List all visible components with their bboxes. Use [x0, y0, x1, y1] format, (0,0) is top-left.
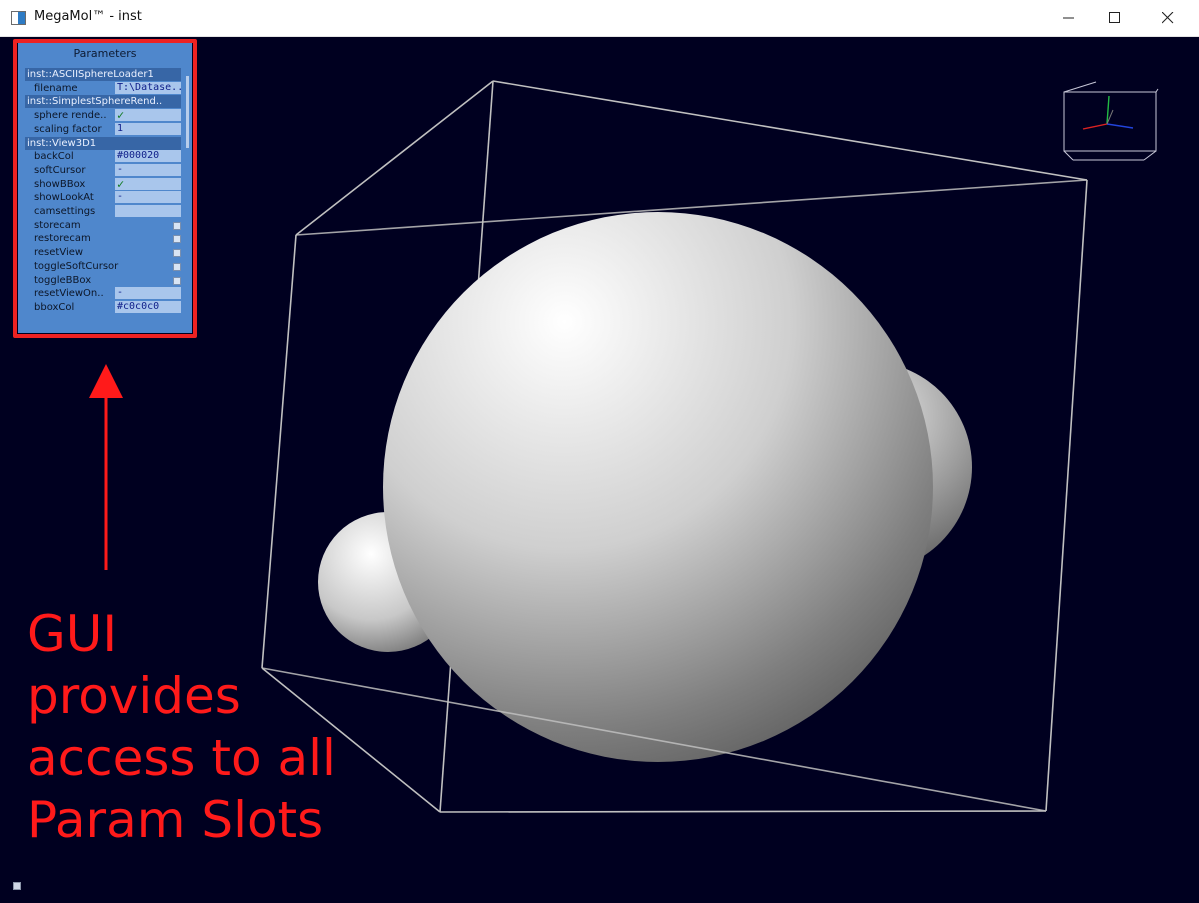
annotation-highlight-box: [13, 39, 197, 338]
app-window: MegaMol™ - inst Parameters inst::ASCIISp…: [0, 0, 1199, 903]
minimize-button[interactable]: [1046, 0, 1092, 36]
maximize-icon: [1109, 12, 1120, 23]
annotation-line: GUI: [27, 605, 118, 663]
axis-gizmo-icon: [1063, 81, 1159, 161]
app-icon[interactable]: [11, 11, 26, 25]
help-icon[interactable]: [13, 882, 21, 890]
annotation-text: GUI provides access to all Param Slots: [27, 603, 387, 851]
title-bar[interactable]: MegaMol™ - inst: [0, 0, 1199, 37]
annotation-line: provides: [27, 667, 241, 725]
annotation-line: access to all: [27, 729, 336, 787]
maximize-button[interactable]: [1092, 0, 1138, 36]
window-title: MegaMol™ - inst: [34, 9, 142, 24]
annotation-arrow: [89, 364, 123, 570]
close-button[interactable]: [1145, 0, 1191, 36]
large-sphere: [383, 212, 933, 762]
minimize-icon: [1063, 17, 1074, 19]
annotation-line: Param Slots: [27, 791, 324, 849]
close-icon: [1162, 12, 1174, 24]
